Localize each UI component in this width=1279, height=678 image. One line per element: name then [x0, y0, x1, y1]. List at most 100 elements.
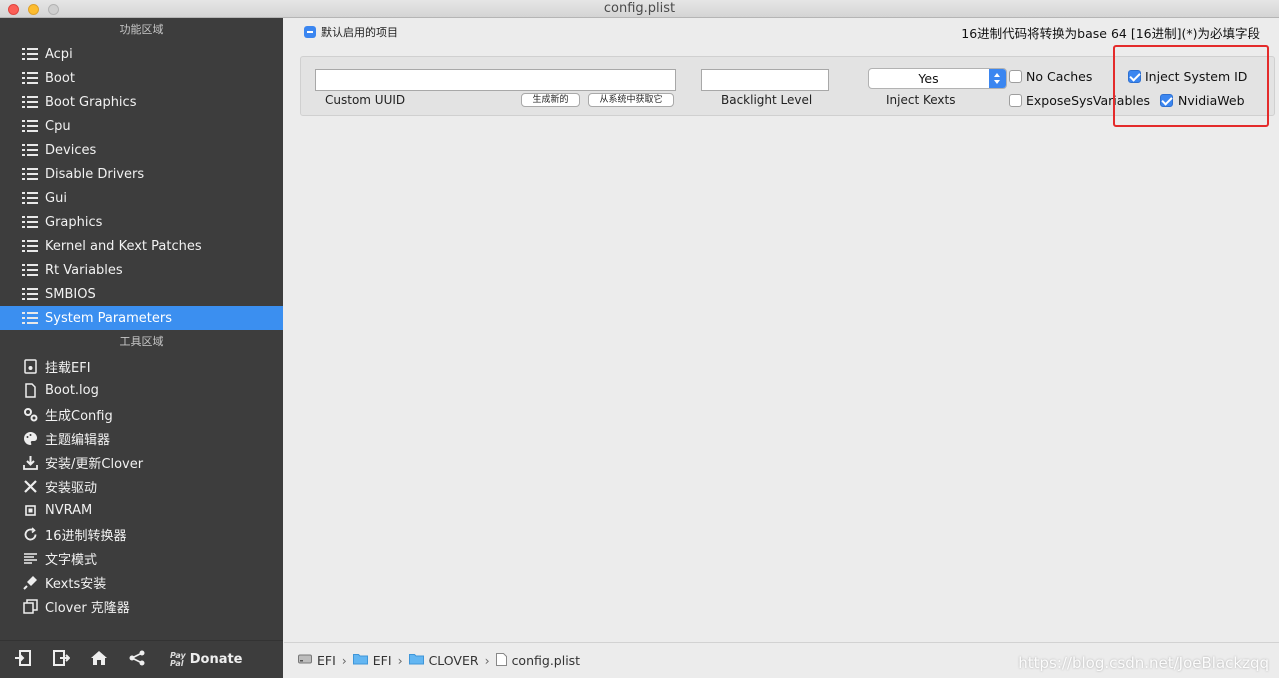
import-button[interactable]	[8, 645, 38, 675]
list-icon	[22, 312, 38, 324]
sidebar-item-label: Gui	[45, 190, 67, 206]
sidebar-item-rt-variables[interactable]: Rt Variables	[0, 258, 283, 282]
tool-item-2[interactable]: 生成Config	[0, 402, 283, 426]
donate-button[interactable]: Pay Pal Donate	[170, 651, 243, 668]
tools-icon	[22, 478, 38, 494]
chip-icon	[22, 502, 38, 518]
sidebar-item-devices[interactable]: Devices	[0, 138, 283, 162]
list-icon-wrapper	[22, 70, 38, 86]
sidebar-item-kernel-and-kext-patches[interactable]: Kernel and Kext Patches	[0, 234, 283, 258]
tool-item-3[interactable]: 主题编辑器	[0, 426, 283, 450]
list-icon-wrapper	[22, 142, 38, 158]
tool-item-0[interactable]: 挂载EFI	[0, 354, 283, 378]
main-content: 默认启用的项目 16进制代码将转换为base 64 [16进制](*)为必填字段…	[284, 18, 1279, 678]
tool-item-4[interactable]: 安装/更新Clover	[0, 450, 283, 474]
list-icon	[22, 72, 38, 84]
home-icon	[90, 649, 108, 671]
list-icon	[22, 144, 38, 156]
generate-uuid-button[interactable]: 生成新的	[521, 93, 580, 107]
paypal-bottom-text: Pal	[170, 658, 184, 668]
list-icon-wrapper	[22, 94, 38, 110]
tool-item-8[interactable]: 文字模式	[0, 546, 283, 570]
tool-item-label: 挂载EFI	[45, 360, 91, 376]
sidebar-item-label: Devices	[45, 142, 97, 158]
base64-note: 16进制代码将转换为base 64 [16进制](*)为必填字段	[961, 26, 1260, 41]
tool-item-10[interactable]: Clover 克隆器	[0, 594, 283, 618]
tool-item-label: 文字模式	[45, 552, 98, 568]
no-caches-label: No Caches	[1026, 69, 1093, 84]
tool-item-7[interactable]: 16进制转换器	[0, 522, 283, 546]
palette-icon	[22, 430, 38, 446]
tool-item-label: 主题编辑器	[45, 432, 111, 448]
list-icon-wrapper	[22, 286, 38, 302]
section-header-functions: 功能区域	[119, 23, 164, 36]
tool-item-9[interactable]: Kexts安装	[0, 570, 283, 594]
sidebar-item-label: System Parameters	[45, 310, 173, 326]
sidebar-item-cpu[interactable]: Cpu	[0, 114, 283, 138]
list-icon	[22, 120, 38, 132]
share-button[interactable]	[122, 645, 152, 675]
backlight-level-label: Backlight Level	[721, 93, 813, 107]
tool-item-label: NVRAM	[45, 502, 93, 518]
inject-kexts-select[interactable]: Yes	[868, 68, 1007, 89]
crumb-label: EFI	[372, 653, 392, 668]
sidebar-item-boot[interactable]: Boot	[0, 66, 283, 90]
text-icon	[22, 550, 38, 566]
list-icon-wrapper	[22, 310, 38, 326]
sidebar-item-disable-drivers[interactable]: Disable Drivers	[0, 162, 283, 186]
crumb-efi-folder[interactable]: EFI	[352, 653, 392, 668]
tool-item-1[interactable]: Boot.log	[0, 378, 283, 402]
tools-nav-list: 挂载EFI Boot.log 生成Config 主题编辑器安装/更新Clover 安装驱…	[0, 354, 283, 618]
no-caches-checkbox[interactable]	[1009, 70, 1022, 83]
backlight-level-field[interactable]	[701, 69, 829, 91]
sidebar-item-label: Boot	[45, 70, 75, 86]
window-titlebar: config.plist	[0, 0, 1279, 18]
expose-sys-variables-checkbox[interactable]	[1009, 94, 1022, 107]
crumb-label: EFI	[317, 653, 336, 668]
list-icon	[22, 48, 38, 60]
default-enabled-label: 默认启用的项目	[321, 26, 398, 39]
list-icon	[22, 168, 38, 180]
sidebar-item-graphics[interactable]: Graphics	[0, 210, 283, 234]
tool-item-5[interactable]: 安装驱动	[0, 474, 283, 498]
crumb-clover-folder[interactable]: CLOVER	[408, 653, 479, 668]
sidebar-footer: Pay Pal Donate	[0, 640, 283, 678]
chevron-updown-icon	[989, 69, 1006, 88]
config-nav-list: Acpi Boot Boot Graphics Cpu Devices Disable D…	[0, 42, 283, 330]
gears-icon	[22, 406, 38, 422]
tool-item-label: Kexts安装	[45, 576, 107, 592]
list-icon-wrapper	[22, 46, 38, 62]
list-icon	[22, 216, 38, 228]
crumb-label: CLOVER	[428, 653, 479, 668]
tool-item-6[interactable]: NVRAM	[0, 498, 283, 522]
sidebar-item-label: Disable Drivers	[45, 166, 145, 182]
crumb-separator: ›	[484, 653, 490, 668]
default-enabled-checkbox[interactable]	[304, 26, 316, 38]
sidebar-item-smbios[interactable]: SMBIOS	[0, 282, 283, 306]
get-uuid-from-system-button[interactable]: 从系统中获取它	[588, 93, 674, 107]
sidebar-item-acpi[interactable]: Acpi	[0, 42, 283, 66]
tool-item-label: Clover 克隆器	[45, 600, 130, 616]
list-icon	[22, 96, 38, 108]
list-icon-wrapper	[22, 166, 38, 182]
file-icon	[495, 652, 507, 669]
disk-icon	[22, 358, 38, 374]
folder-icon	[408, 653, 424, 668]
plug-icon	[22, 574, 38, 590]
home-button[interactable]	[84, 645, 114, 675]
inject-kexts-value: Yes	[918, 71, 939, 86]
sidebar-item-boot-graphics[interactable]: Boot Graphics	[0, 90, 283, 114]
sidebar-item-system-parameters[interactable]: System Parameters	[0, 306, 283, 330]
crumb-efi-drive[interactable]: EFI	[298, 653, 336, 668]
export-button[interactable]	[46, 645, 76, 675]
system-parameters-panel: Custom UUID 生成新的 从系统中获取它 Backlight Level…	[300, 45, 1275, 127]
custom-uuid-field[interactable]	[315, 69, 676, 91]
document-icon	[22, 382, 38, 398]
list-icon	[22, 240, 38, 252]
crumb-separator: ›	[397, 653, 403, 668]
tool-item-label: 安装驱动	[45, 480, 98, 496]
sidebar-item-gui[interactable]: Gui	[0, 186, 283, 210]
crumb-config-file[interactable]: config.plist	[495, 652, 580, 669]
custom-uuid-label: Custom UUID	[325, 93, 406, 107]
crumb-separator: ›	[341, 653, 347, 668]
